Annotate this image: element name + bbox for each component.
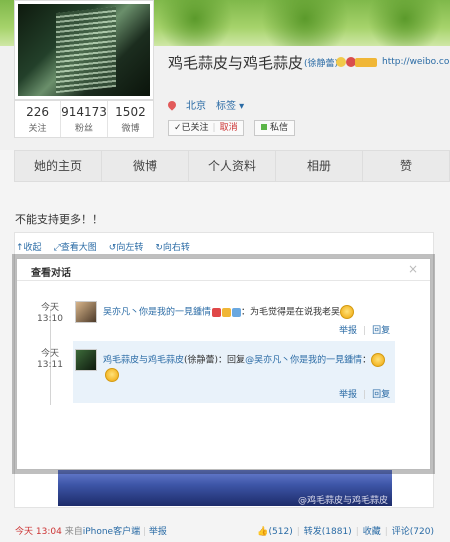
message-icon (261, 124, 267, 130)
stat-followers[interactable]: 914173 粉丝 (61, 101, 108, 137)
vip-badge-icon (355, 58, 377, 67)
banner-leaf (150, 0, 240, 46)
stat-number: 226 (26, 105, 49, 119)
badge-icon (232, 307, 242, 317)
photo-toolbar: ↑收起 ⤢查看大图 ↺向左转 ↻向右转 (16, 240, 190, 253)
stat-number: 1502 (115, 105, 146, 119)
message-label: 私信 (270, 123, 289, 133)
followed-label: ✓已关注 (174, 123, 209, 133)
follow-button[interactable]: ✓已关注 | 取消 (168, 120, 244, 136)
post-actions: 👍(512) | 转发(1881) | 收藏 | 评论(720) (257, 527, 434, 537)
stat-label: 关注 (28, 124, 47, 134)
user-link[interactable]: 鸡毛蒜皮与鸡毛蒜皮 (103, 356, 184, 366)
entry-actions: 举报 | 回复 (339, 326, 391, 336)
profile-stats: 226 关注 914173 粉丝 1502 微博 (14, 100, 154, 138)
tags-link[interactable]: 标签 ▾ (216, 97, 244, 112)
thumb-up-icon: 👍 (257, 527, 269, 537)
avatar-frame[interactable] (14, 0, 154, 100)
banner-leaf (360, 0, 450, 46)
conversation-dialog: 查看对话 × 今天 13:10 吴亦凡丶你是我的一見鍾情 ：为毛觉得是在说我老吴 … (16, 258, 431, 470)
reply-link[interactable]: 回复 (372, 326, 390, 336)
report-link[interactable]: 举报 (339, 326, 357, 336)
avatar[interactable] (75, 301, 97, 323)
entry-time: 今天 13:11 (37, 349, 63, 370)
badge-icon (222, 307, 232, 317)
repost-button[interactable]: 转发(1881) (304, 527, 352, 537)
banner-leaf (250, 0, 360, 46)
source-link[interactable]: iPhone客户端 (83, 527, 140, 537)
message-button[interactable]: 私信 (254, 120, 296, 136)
profile-name: 鸡毛蒜皮与鸡毛蒜皮 (168, 54, 304, 72)
report-link[interactable]: 举报 (339, 390, 357, 400)
tab-album[interactable]: 相册 (276, 151, 363, 181)
post-meta: 今天 13:04 来自iPhone客户端 | 举报 (15, 527, 167, 537)
entry-time: 今天 13:10 (37, 303, 63, 324)
profile-tabs: 她的主页 微博 个人资料 相册 赞 (14, 150, 450, 182)
location-row: 北京 标签 ▾ (166, 97, 244, 112)
user-link[interactable]: 吴亦凡丶你是我的一見鍾情 (103, 308, 211, 318)
stat-label: 微博 (121, 124, 140, 134)
badge-icon (212, 307, 222, 317)
entry-actions: 举报 | 回复 (339, 390, 391, 400)
avatar[interactable] (18, 4, 150, 96)
stat-posts[interactable]: 1502 微博 (108, 101, 153, 137)
report-link[interactable]: 举报 (149, 527, 167, 537)
entry-message: 鸡毛蒜皮与鸡毛蒜皮(徐静蕾)：回复@吴亦凡丶你是我的一見鍾情： (103, 353, 393, 368)
smile-icon (371, 353, 386, 367)
favorite-button[interactable]: 收藏 (363, 527, 381, 537)
smile-icon (105, 368, 119, 382)
emoji-icon (336, 57, 346, 67)
like-button[interactable]: 👍(512) (257, 527, 292, 537)
tab-profile[interactable]: 个人资料 (189, 151, 276, 181)
tab-likes[interactable]: 赞 (363, 151, 449, 181)
collapse-link[interactable]: ↑收起 (16, 240, 42, 253)
tab-weibo[interactable]: 微博 (102, 151, 189, 181)
rotate-left-link[interactable]: ↺向左转 (109, 240, 144, 253)
profile-nick: (徐静蕾) (304, 59, 339, 69)
post-text: 不能支持更多！！ (15, 213, 103, 226)
reply-link[interactable]: 回复 (372, 390, 390, 400)
profile-url[interactable]: http://weibo.com (382, 57, 450, 67)
post-time[interactable]: 今天 13:04 (15, 527, 62, 537)
view-large-link[interactable]: ⤢查看大图 (54, 240, 97, 253)
location-pin-icon (166, 98, 178, 111)
stat-following[interactable]: 226 关注 (15, 101, 62, 137)
stat-number: 914173 (61, 105, 107, 119)
comment-button[interactable]: 评论(720) (392, 527, 434, 537)
close-icon[interactable]: × (408, 262, 418, 276)
avatar[interactable] (75, 349, 97, 371)
dialog-title: 查看对话 (31, 268, 71, 279)
photo-watermark: @鸡毛蒜皮与鸡毛蒜皮 (298, 496, 389, 506)
dialog-header (17, 259, 430, 281)
tab-home[interactable]: 她的主页 (15, 151, 102, 181)
location-text[interactable]: 北京 (186, 97, 206, 112)
smile-icon (340, 305, 355, 319)
unfollow-link[interactable]: 取消 (220, 121, 238, 135)
stat-label: 粉丝 (74, 124, 93, 134)
entry-message: 吴亦凡丶你是我的一見鍾情 ：为毛觉得是在说我老吴 (103, 305, 355, 320)
rotate-right-link[interactable]: ↻向右转 (155, 240, 190, 253)
mention-link[interactable]: @吴亦凡丶你是我的一見鍾情 (245, 356, 362, 366)
